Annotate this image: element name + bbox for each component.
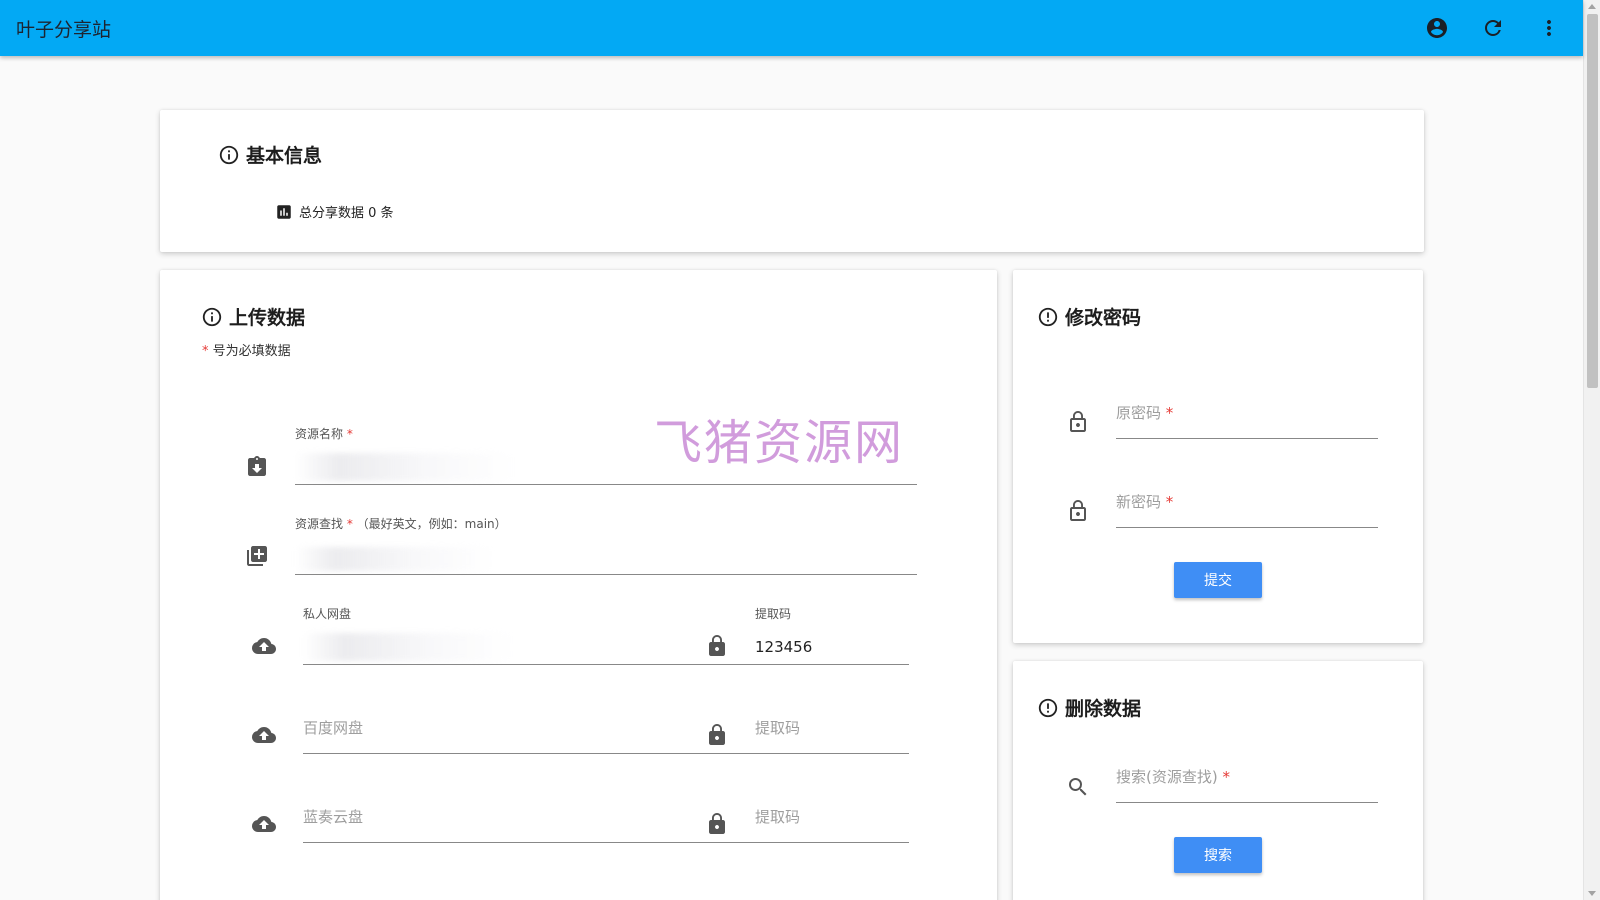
- lanzou-code-icon-wrap: [705, 812, 729, 836]
- lock-icon: [709, 724, 725, 745]
- lock-icon: [709, 813, 725, 834]
- resource-name-label: 资源名称 *: [295, 427, 353, 441]
- delete-search-field[interactable]: 搜索(资源查找) *: [1116, 759, 1378, 803]
- delete-search-underline: [1116, 802, 1378, 803]
- lock-outline-icon: [1070, 411, 1086, 432]
- info-icon: [202, 307, 222, 326]
- app-bar-actions: [1401, 0, 1569, 56]
- old-password-field[interactable]: 原密码 *: [1116, 395, 1378, 439]
- bar-chart-icon: [277, 204, 291, 219]
- resource-lookup-value-redacted: [295, 547, 495, 571]
- account-circle-icon: [1427, 18, 1447, 38]
- search-icon-wrap: [1066, 775, 1090, 799]
- clipboard-download-icon: [248, 456, 266, 476]
- lanzou-code-placeholder: 提取码: [755, 808, 801, 826]
- lock-icon: [709, 635, 725, 656]
- submit-button[interactable]: 提交: [1174, 562, 1262, 598]
- refresh-icon: [1485, 20, 1501, 36]
- scrollbar-thumb[interactable]: [1587, 14, 1598, 388]
- search-button[interactable]: 搜索: [1174, 837, 1262, 873]
- new-password-placeholder: 新密码 *: [1116, 493, 1174, 511]
- delete-data-card: 删除数据 搜索(资源查找) * 搜索: [1013, 661, 1423, 900]
- change-password-header: 修改密码: [1037, 303, 1141, 330]
- basic-info-header: 基本信息: [218, 141, 322, 168]
- resource-name-icon-wrap: [245, 455, 269, 479]
- baidu-code-placeholder: 提取码: [755, 719, 801, 737]
- info-icon: [219, 145, 239, 164]
- basic-info-card: 基本信息 总分享数据 0 条: [160, 110, 1424, 252]
- resource-name-underline: [295, 484, 917, 485]
- private-disk-value-redacted: [303, 633, 513, 661]
- search-icon: [1069, 778, 1087, 796]
- old-password-icon-wrap: [1066, 410, 1090, 434]
- more-vert-icon: [1547, 20, 1551, 36]
- account-button[interactable]: [1417, 8, 1457, 48]
- required-note: * 号为必填数据: [202, 340, 291, 359]
- more-menu-button[interactable]: [1529, 8, 1569, 48]
- upload-title: 上传数据: [229, 307, 306, 329]
- scroll-up-arrow[interactable]: [1588, 4, 1596, 9]
- cloud-upload-icon: [252, 816, 276, 832]
- cloud-upload-icon: [252, 727, 276, 743]
- private-code-icon-wrap: [705, 634, 729, 658]
- baidu-disk-placeholder: 百度网盘: [303, 719, 364, 737]
- delete-data-title: 删除数据: [1065, 698, 1142, 720]
- resource-lookup-field[interactable]: 资源查找 * （最好英文，例如：main）: [295, 515, 917, 575]
- library-add-icon: [247, 546, 267, 566]
- private-disk-label: 私人网盘: [303, 607, 352, 621]
- change-password-title: 修改密码: [1065, 307, 1142, 329]
- private-code-value: 123456: [755, 638, 813, 656]
- cloud-upload-icon: [252, 638, 276, 654]
- basic-info-title: 基本信息: [246, 145, 323, 167]
- alert-circle-icon: [1038, 307, 1058, 326]
- new-password-underline: [1116, 527, 1378, 528]
- private-code-label: 提取码: [755, 607, 792, 621]
- old-password-placeholder: 原密码 *: [1116, 404, 1174, 422]
- delete-search-placeholder: 搜索(资源查找) *: [1116, 768, 1230, 786]
- new-password-icon-wrap: [1066, 499, 1090, 523]
- upload-header: 上传数据: [201, 303, 305, 330]
- lanzou-code-underline: [755, 842, 909, 843]
- upload-card: 上传数据 * 号为必填数据 资源名称 * 资源查找 * （最好英文，例如：mai…: [160, 270, 997, 900]
- private-code-field[interactable]: 提取码 123456: [755, 605, 909, 665]
- lock-outline-icon: [1070, 500, 1086, 521]
- resource-lookup-icon-wrap: [245, 544, 269, 568]
- lanzou-icon-wrap: [252, 812, 276, 836]
- baidu-code-icon-wrap: [705, 723, 729, 747]
- watermark-text: 飞猪资源网: [654, 415, 905, 471]
- share-count-label: 总分享数据 0 条: [299, 206, 394, 221]
- baidu-icon-wrap: [252, 723, 276, 747]
- share-count-stat: 总分享数据 0 条: [275, 202, 394, 221]
- new-password-field[interactable]: 新密码 *: [1116, 484, 1378, 528]
- app-title: 叶子分享站: [16, 18, 112, 41]
- resource-lookup-label: 资源查找 * （最好英文，例如：main）: [295, 517, 507, 531]
- app-bar: 叶子分享站: [0, 0, 1583, 56]
- refresh-button[interactable]: [1473, 8, 1513, 48]
- change-password-card: 修改密码 原密码 * 新密码 * 提交: [1013, 270, 1423, 643]
- delete-data-header: 删除数据: [1037, 694, 1141, 721]
- lanzou-code-field[interactable]: 提取码: [755, 799, 909, 843]
- page-scrollbar[interactable]: [1583, 0, 1600, 900]
- resource-lookup-underline: [295, 574, 917, 575]
- baidu-code-field[interactable]: 提取码: [755, 710, 909, 754]
- private-code-underline: [755, 664, 909, 665]
- alert-circle-icon: [1038, 698, 1058, 717]
- resource-name-value-redacted: [295, 453, 515, 481]
- old-password-underline: [1116, 438, 1378, 439]
- required-note-text: 号为必填数据: [208, 344, 291, 359]
- lanzou-disk-placeholder: 蓝奏云盘: [303, 808, 364, 826]
- baidu-code-underline: [755, 753, 909, 754]
- scroll-down-arrow[interactable]: [1588, 891, 1596, 896]
- private-disk-icon-wrap: [252, 634, 276, 658]
